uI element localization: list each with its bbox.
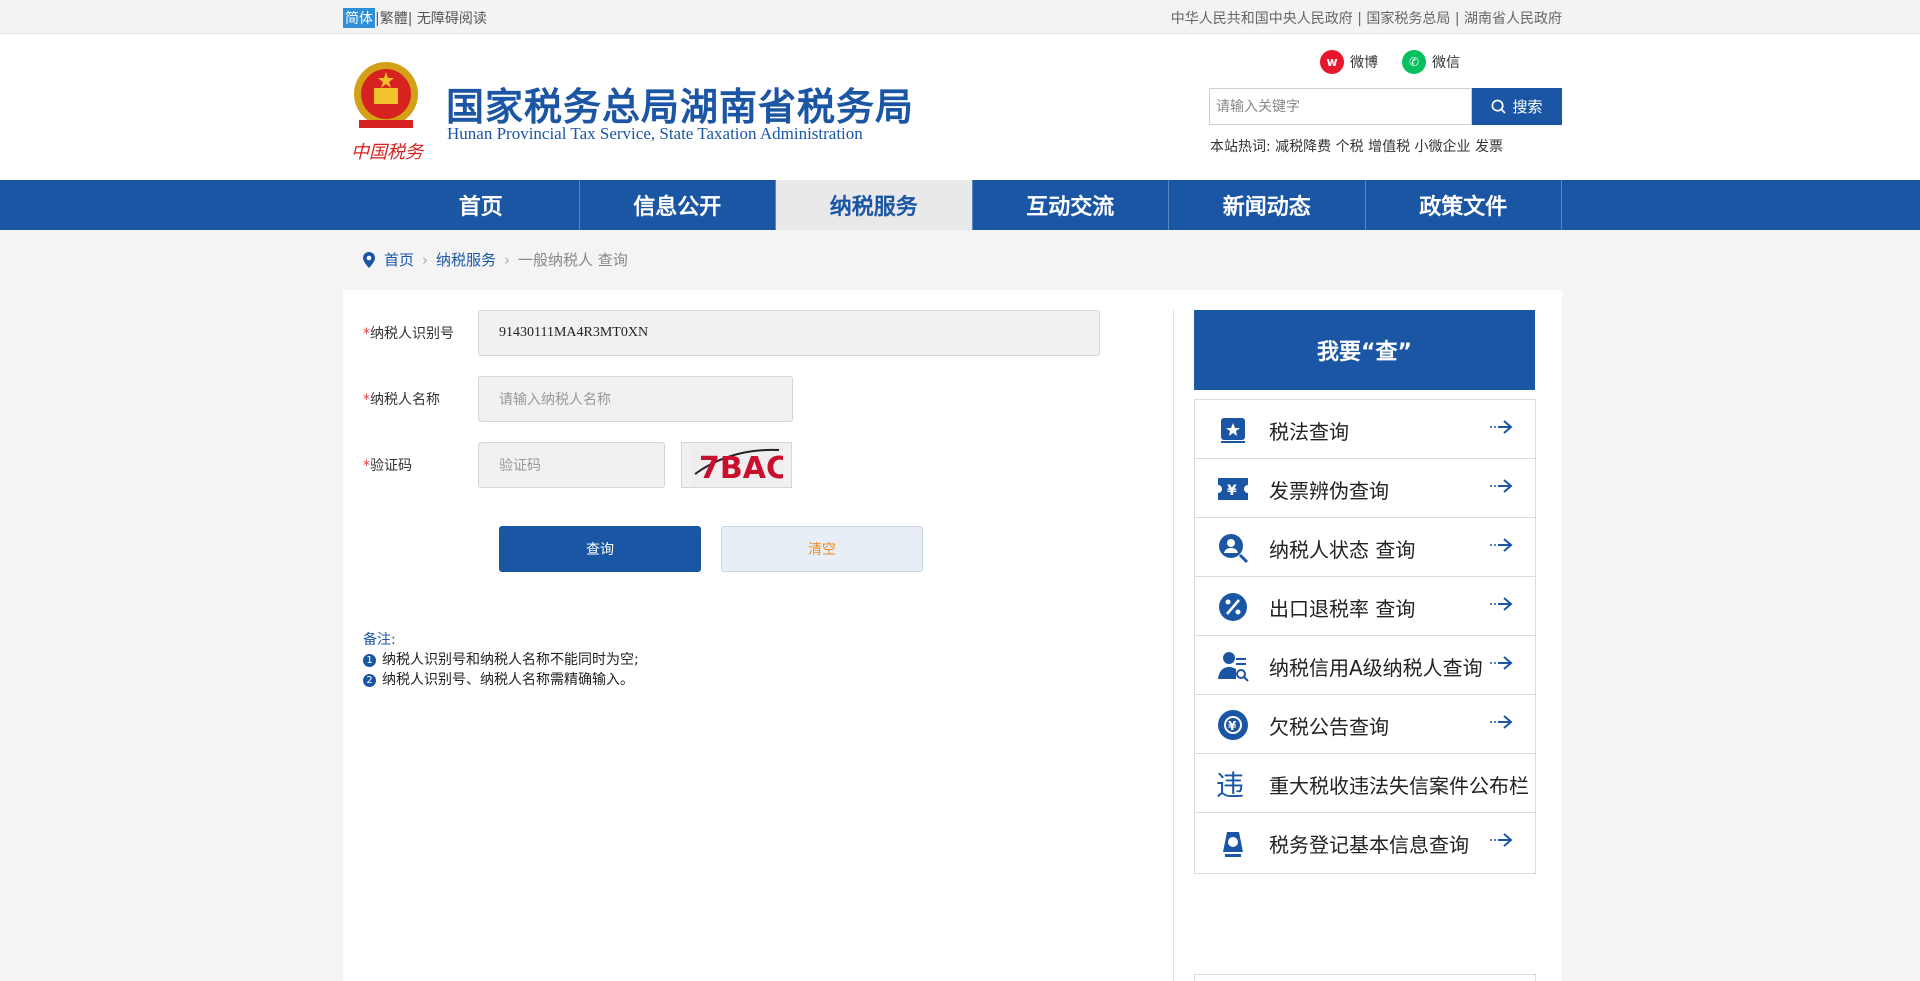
lang-simplified-link[interactable]: 简体	[343, 8, 375, 28]
main-nav: 首页 信息公开 纳税服务 互动交流 新闻动态 政策文件	[0, 180, 1920, 230]
search-button-label: 搜索	[1512, 99, 1543, 116]
arrow-right-icon	[1490, 420, 1513, 434]
arrow-right-icon	[1490, 656, 1513, 670]
captcha-label: *验证码	[363, 458, 412, 474]
credit-person-icon	[1215, 648, 1251, 684]
notes-section: 备注: 1 纳税人识别号和纳税人名称不能同时为空; 2 纳税人识别号、纳税人名称需精…	[363, 630, 639, 690]
nav-interaction[interactable]: 互动交流	[973, 180, 1169, 230]
weibo-label: 微博	[1350, 55, 1378, 71]
captcha-text: 7BAC	[699, 451, 783, 486]
arrow-right-icon	[1490, 479, 1513, 493]
notes-title: 备注:	[363, 632, 396, 648]
site-title: 国家税务总局湖南省税务局	[446, 85, 915, 129]
number-one-icon: 1	[363, 653, 376, 667]
taxpayer-id-input[interactable]: 91430111MA4R3MT0XN	[478, 310, 1100, 356]
taxpayer-name-row: *纳税人名称 请输入纳税人名称	[363, 376, 793, 422]
nav-policy[interactable]: 政策文件	[1366, 180, 1562, 230]
sidebar-item-major-violations[interactable]: 违 重大税收违法失信案件公布栏	[1194, 753, 1536, 815]
sidebar-item-credit-a[interactable]: 纳税信用A级纳税人查询	[1194, 635, 1536, 697]
accessibility-link[interactable]: 无障碍阅读	[417, 8, 487, 28]
svg-text:¥: ¥	[1227, 483, 1237, 499]
emblem-caption: 中国税务	[351, 142, 425, 162]
weibo-icon: w	[1320, 50, 1344, 74]
breadcrumb-section[interactable]: 纳税服务	[436, 249, 496, 270]
sidebar-item-partial[interactable]	[1194, 974, 1536, 981]
note-item: 2 纳税人识别号、纳税人名称需精确输入。	[363, 670, 639, 690]
sidebar-item-tax-arrears[interactable]: ¥ 欠税公告查询	[1194, 694, 1536, 756]
chevron-right-icon: ›	[504, 250, 511, 269]
note-item: 1 纳税人识别号和纳税人名称不能同时为空;	[363, 650, 639, 670]
query-button[interactable]: 查询	[499, 526, 701, 572]
nav-tax-service[interactable]: 纳税服务	[776, 180, 973, 230]
registration-icon	[1215, 825, 1251, 861]
breadcrumb-current: 一般纳税人 查询	[518, 251, 628, 269]
sidebar-item-registration-info[interactable]: 税务登记基本信息查询	[1194, 812, 1536, 874]
svg-text:违: 违	[1216, 769, 1244, 801]
nav-news[interactable]: 新闻动态	[1169, 180, 1366, 230]
breadcrumb: 首页 › 纳税服务 › 一般纳税人 查询	[362, 249, 628, 270]
sidebar-item-invoice-verify[interactable]: ¥ 发票辨伪查询	[1194, 458, 1536, 520]
taxpayer-id-row: *纳税人识别号 91430111MA4R3MT0XN	[363, 310, 1100, 356]
arrow-right-icon	[1490, 538, 1513, 552]
number-two-icon: 2	[363, 673, 376, 687]
taxpayer-name-label: *纳税人名称	[363, 392, 440, 408]
taxpayer-name-input[interactable]: 请输入纳税人名称	[478, 376, 793, 422]
taxpayer-id-label: *纳税人识别号	[363, 326, 454, 342]
search-icon	[1492, 99, 1507, 114]
nav-home[interactable]: 首页	[383, 180, 580, 230]
clear-button[interactable]: 清空	[721, 526, 923, 572]
query-sidebar-heading: 我要“查”	[1194, 310, 1535, 390]
search-input[interactable]	[1209, 88, 1472, 125]
taxpayer-search-icon	[1215, 530, 1251, 566]
breadcrumb-home[interactable]: 首页	[384, 249, 414, 270]
arrow-right-icon	[1490, 597, 1513, 611]
invoice-ticket-icon: ¥	[1215, 471, 1251, 507]
gov-links[interactable]: 中华人民共和国中央人民政府 | 国家税务总局 | 湖南省人民政府	[1171, 8, 1562, 28]
chevron-right-icon: ›	[422, 250, 429, 269]
column-divider	[1173, 310, 1174, 981]
arrow-right-icon	[1490, 833, 1513, 847]
sidebar-item-tax-law[interactable]: 税法查询	[1194, 399, 1536, 461]
captcha-row: *验证码 验证码 7BAC	[363, 442, 792, 488]
location-pin-icon	[363, 251, 375, 268]
hot-keywords[interactable]: 本站热词: 减税降费 个税 增值税 小微企业 发票	[1210, 136, 1503, 156]
wechat-icon: ✆	[1402, 50, 1426, 74]
sidebar-item-label: 重大税收违法失信案件公布栏	[1269, 773, 1529, 798]
percent-icon	[1215, 589, 1251, 625]
social-links: w 微博 ✆ 微信	[1320, 50, 1460, 74]
content-panel: *纳税人识别号 91430111MA4R3MT0XN *纳税人名称 请输入纳税人…	[343, 290, 1562, 981]
lang-sep: |	[407, 11, 413, 27]
search-button[interactable]: 搜索	[1472, 88, 1562, 125]
svg-text:¥: ¥	[1228, 719, 1237, 733]
captcha-image[interactable]: 7BAC	[681, 442, 792, 488]
violation-icon: 违	[1215, 766, 1251, 802]
national-emblem-logo[interactable]: 中国税务	[345, 58, 427, 163]
wechat-link[interactable]: ✆ 微信	[1402, 50, 1460, 74]
weibo-link[interactable]: w 微博	[1320, 50, 1378, 74]
arrow-right-icon	[1490, 715, 1513, 729]
site-search: 搜索	[1209, 88, 1562, 125]
yuan-coin-icon: ¥	[1215, 707, 1251, 743]
sidebar-item-taxpayer-status[interactable]: 纳税人状态 查询	[1194, 517, 1536, 579]
sidebar-item-export-rebate[interactable]: 出口退税率 查询	[1194, 576, 1536, 638]
site-header: 中国税务 国家税务总局湖南省税务局 Hunan Provincial Tax S…	[0, 34, 1920, 180]
top-utility-bar: 简体 |繁體| 无障碍阅读 中华人民共和国中央人民政府 | 国家税务总局 | 湖南…	[0, 0, 1920, 34]
language-switch: 简体 |繁體| 无障碍阅读	[343, 8, 487, 28]
wechat-label: 微信	[1432, 55, 1460, 71]
site-subtitle: Hunan Provincial Tax Service, State Taxa…	[447, 124, 863, 143]
lang-traditional-link[interactable]: 繁體	[380, 8, 408, 28]
captcha-input[interactable]: 验证码	[478, 442, 665, 488]
nav-info-disclosure[interactable]: 信息公开	[580, 180, 776, 230]
law-book-icon	[1215, 412, 1251, 448]
